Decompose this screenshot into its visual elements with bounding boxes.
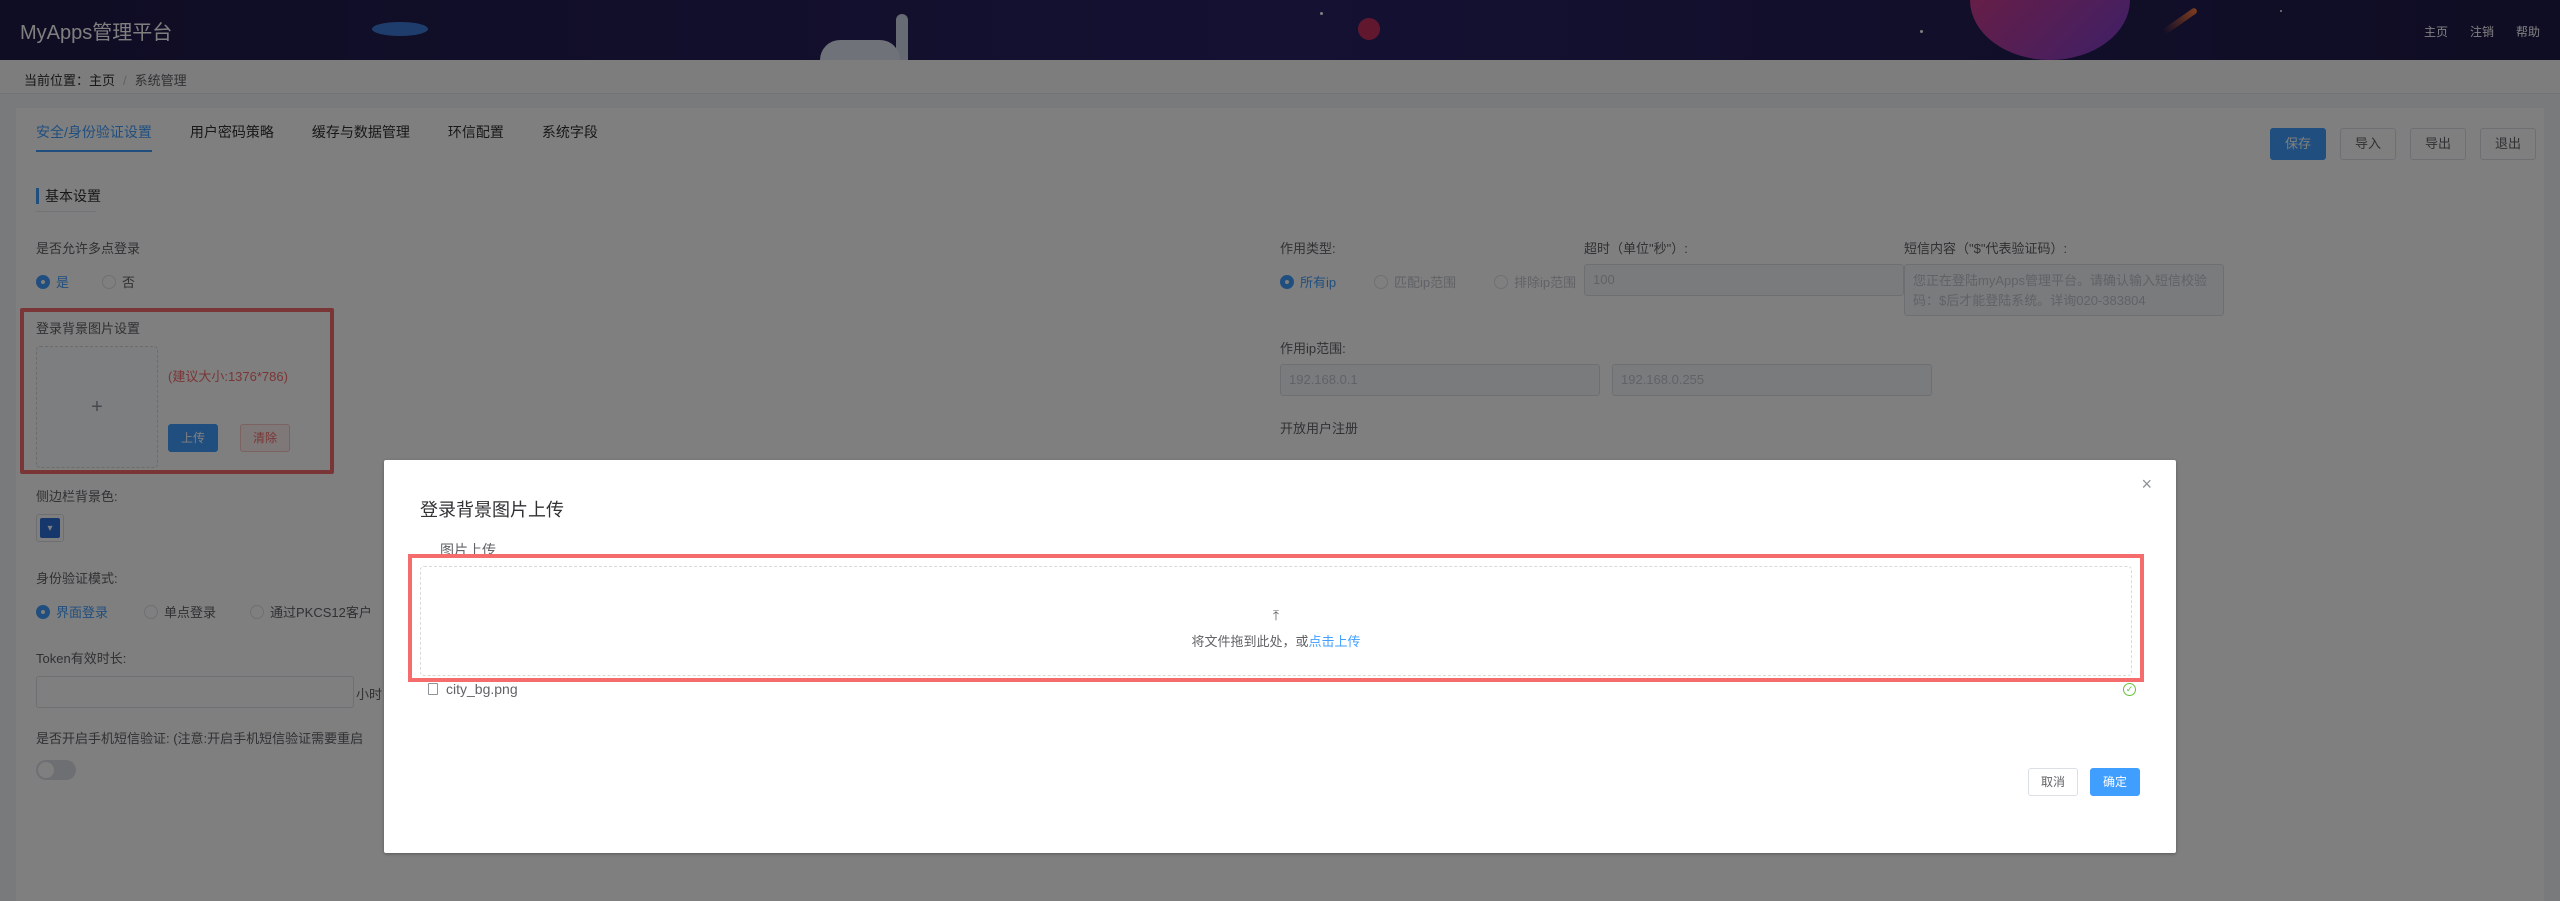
file-name: city_bg.png	[446, 681, 518, 697]
close-icon[interactable]: ×	[2141, 474, 2152, 495]
dialog-footer: 取消 确定	[2027, 768, 2140, 796]
cancel-button[interactable]: 取消	[2027, 768, 2078, 796]
dialog-title: 登录背景图片上传	[420, 500, 564, 520]
confirm-button[interactable]: 确定	[2089, 768, 2140, 796]
upload-dialog: 登录背景图片上传 × 图片上传 ⤒ 将文件拖到此处，或点击上传 city_bg.…	[384, 460, 2176, 853]
highlight-frame	[408, 554, 2144, 682]
uploaded-file-item[interactable]: city_bg.png ✓	[428, 677, 2136, 701]
document-icon	[428, 683, 438, 695]
success-check-icon: ✓	[2123, 682, 2136, 696]
